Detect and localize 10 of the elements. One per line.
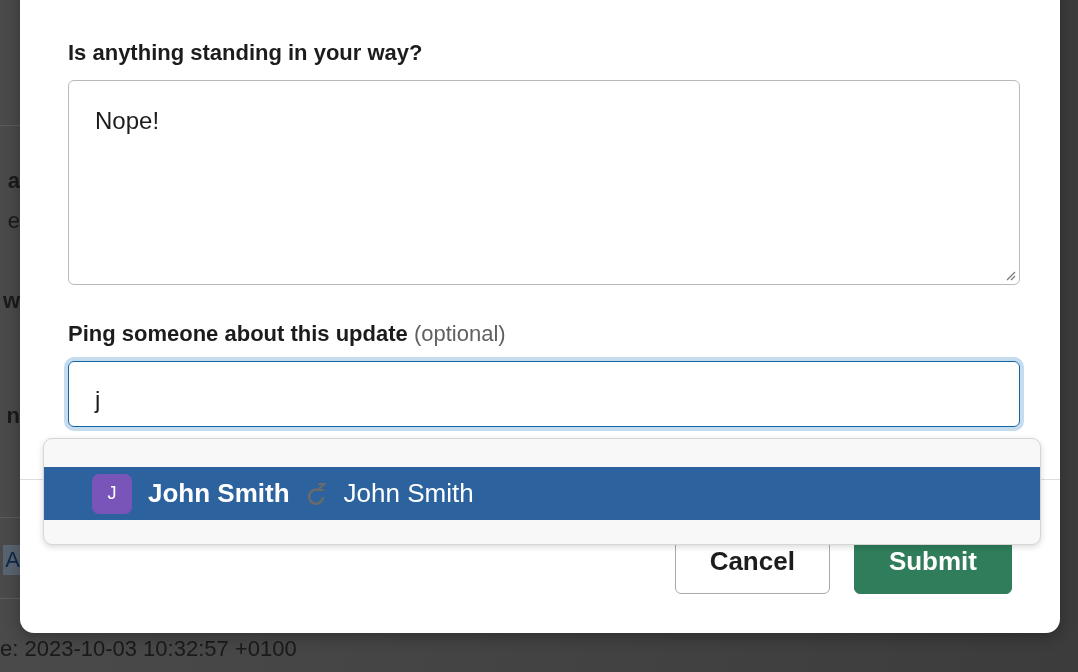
field-label: Ping someone about this update <box>68 321 408 346</box>
user-name: John Smith <box>148 478 290 509</box>
answer-box[interactable]: Nope! <box>68 80 1020 285</box>
resize-handle-icon[interactable] <box>1004 269 1016 281</box>
suggestion-item[interactable]: J John Smith John Smith <box>44 467 1040 520</box>
mention-tag: A <box>3 545 20 575</box>
avatar: J <box>92 473 132 514</box>
field-label: Is anything standing in your way? <box>68 40 424 66</box>
display-name: John Smith <box>343 478 474 509</box>
optional-hint: (optional) <box>413 321 506 346</box>
